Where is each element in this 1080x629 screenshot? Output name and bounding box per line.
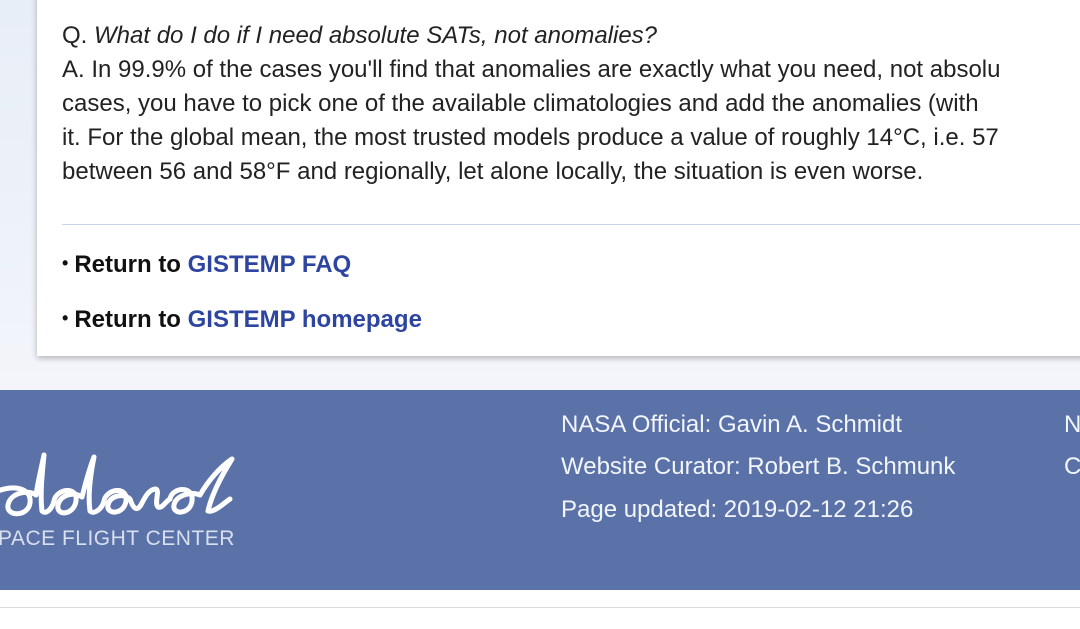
- footer-cut-text-1[interactable]: N: [1064, 411, 1080, 439]
- faq-question: Q. What do I do if I need absolute SATs,…: [62, 19, 1080, 53]
- bottom-divider: [0, 607, 1080, 608]
- question-prefix: Q.: [62, 22, 88, 49]
- footer-cut-text-2[interactable]: C: [1064, 453, 1080, 481]
- divider: [62, 224, 1080, 225]
- nasa-official-text: NASA Official: Gavin A. Schmidt: [561, 411, 903, 438]
- return-faq-item: • Return to GISTEMP FAQ: [62, 251, 351, 279]
- return-prefix: Return to: [74, 306, 181, 333]
- return-home-item: • Return to GISTEMP homepage: [62, 306, 422, 334]
- answer-line-2: cases, you have to pick one of the avail…: [62, 90, 979, 117]
- bullet-icon: •: [62, 253, 69, 273]
- goddard-logo[interactable]: ddard: [0, 445, 254, 525]
- website-curator-text: Website Curator: Robert B. Schmunk: [561, 453, 956, 480]
- bullet-icon: •: [62, 308, 69, 328]
- question-text: What do I do if I need absolute SATs, no…: [94, 22, 658, 49]
- answer-line-1: A. In 99.9% of the cases you'll find tha…: [62, 56, 1001, 83]
- gistemp-homepage-link[interactable]: GISTEMP homepage: [188, 306, 422, 333]
- page-updated-text: Page updated: 2019-02-12 21:26: [561, 496, 914, 523]
- gistemp-faq-link[interactable]: GISTEMP FAQ: [188, 251, 352, 278]
- answer-line-3: it. For the global mean, the most truste…: [62, 124, 999, 151]
- logo-subtitle: PACE FLIGHT CENTER: [0, 527, 235, 550]
- faq-entry: Q. What do I do if I need absolute SATs,…: [62, 19, 1080, 189]
- answer-line-4: between 56 and 58°F and regionally, let …: [62, 158, 924, 185]
- return-prefix: Return to: [74, 251, 181, 278]
